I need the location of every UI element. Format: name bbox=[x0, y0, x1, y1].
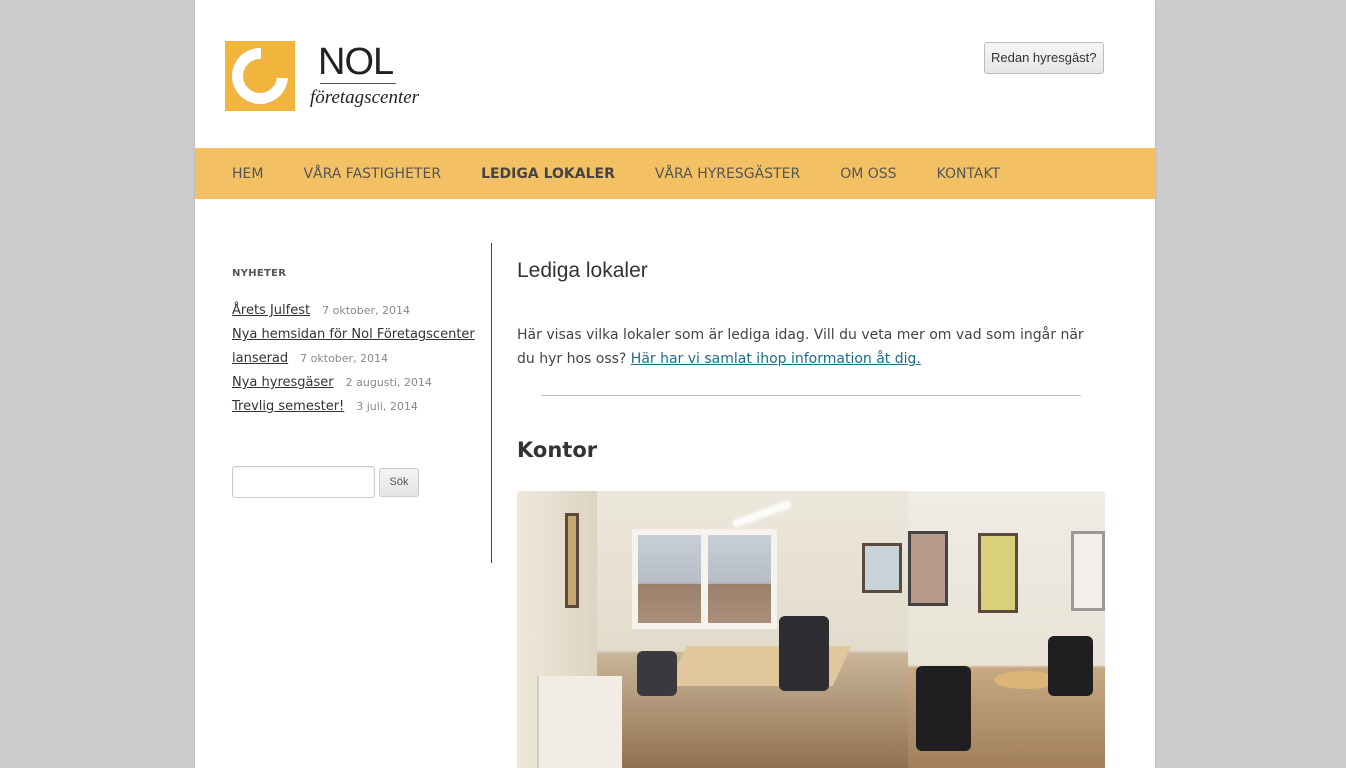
office-photo bbox=[517, 491, 1105, 768]
news-item: Trevlig semester! 3 juli, 2014 bbox=[232, 395, 482, 419]
intro-paragraph: Här visas vilka lokaler som är lediga id… bbox=[517, 323, 1092, 371]
page-title: Lediga lokaler bbox=[517, 259, 648, 282]
nav-item-lediga-lokaler[interactable]: LEDIGA LOKALER bbox=[481, 166, 615, 182]
column-divider bbox=[491, 243, 492, 563]
sidebar: NYHETER Årets Julfest 7 oktober, 2014 Nya… bbox=[232, 242, 482, 498]
meeting-room-image bbox=[908, 491, 1105, 768]
logo-name: NOL bbox=[318, 41, 394, 83]
news-item: Nya hemsidan för Nol Företagscenter lans… bbox=[232, 323, 482, 371]
tenant-login-button[interactable]: Redan hyresgäst? bbox=[984, 42, 1104, 74]
main-nav: HEM VÅRA FASTIGHETER LEDIGA LOKALER VÅRA… bbox=[195, 148, 1155, 199]
search-input[interactable] bbox=[232, 466, 375, 498]
office-room-image bbox=[517, 491, 908, 768]
news-item: Nya hyresgäser 2 augusti, 2014 bbox=[232, 371, 482, 395]
news-item: Årets Julfest 7 oktober, 2014 bbox=[232, 299, 482, 323]
logo-subtitle: företagscenter bbox=[310, 87, 420, 108]
site-logo[interactable]: NOL företagscenter bbox=[225, 40, 419, 115]
search-form: Sök bbox=[232, 466, 482, 498]
news-date: 7 oktober, 2014 bbox=[300, 352, 389, 365]
nav-item-om-oss[interactable]: OM OSS bbox=[840, 166, 896, 182]
nav-item-kontakt[interactable]: KONTAKT bbox=[937, 166, 1001, 182]
logo-mark-icon bbox=[225, 41, 295, 111]
nav-item-fastigheter[interactable]: VÅRA FASTIGHETER bbox=[303, 166, 441, 182]
logo-divider bbox=[320, 83, 396, 84]
news-list: Årets Julfest 7 oktober, 2014 Nya hemsida… bbox=[232, 299, 482, 419]
news-link[interactable]: Årets Julfest bbox=[232, 303, 310, 318]
search-button[interactable]: Sök bbox=[379, 467, 419, 497]
nav-item-hem[interactable]: HEM bbox=[232, 166, 263, 182]
news-date: 2 augusti, 2014 bbox=[345, 376, 432, 389]
nav-item-hyresgaster[interactable]: VÅRA HYRESGÄSTER bbox=[655, 166, 800, 182]
horizontal-divider bbox=[541, 395, 1081, 396]
main-content: Lediga lokaler Här visas vilka lokaler s… bbox=[517, 243, 1107, 462]
news-link[interactable]: Trevlig semester! bbox=[232, 399, 344, 414]
section-heading: Kontor bbox=[517, 438, 598, 462]
news-date: 3 juli, 2014 bbox=[356, 400, 418, 413]
news-link[interactable]: Nya hyresgäser bbox=[232, 375, 334, 390]
news-widget-title: NYHETER bbox=[232, 268, 287, 279]
page: NOL företagscenter Redan hyresgäst? HEM … bbox=[195, 0, 1155, 768]
news-date: 7 oktober, 2014 bbox=[322, 304, 410, 317]
info-link[interactable]: Här har vi samlat ihop information åt di… bbox=[631, 351, 921, 367]
